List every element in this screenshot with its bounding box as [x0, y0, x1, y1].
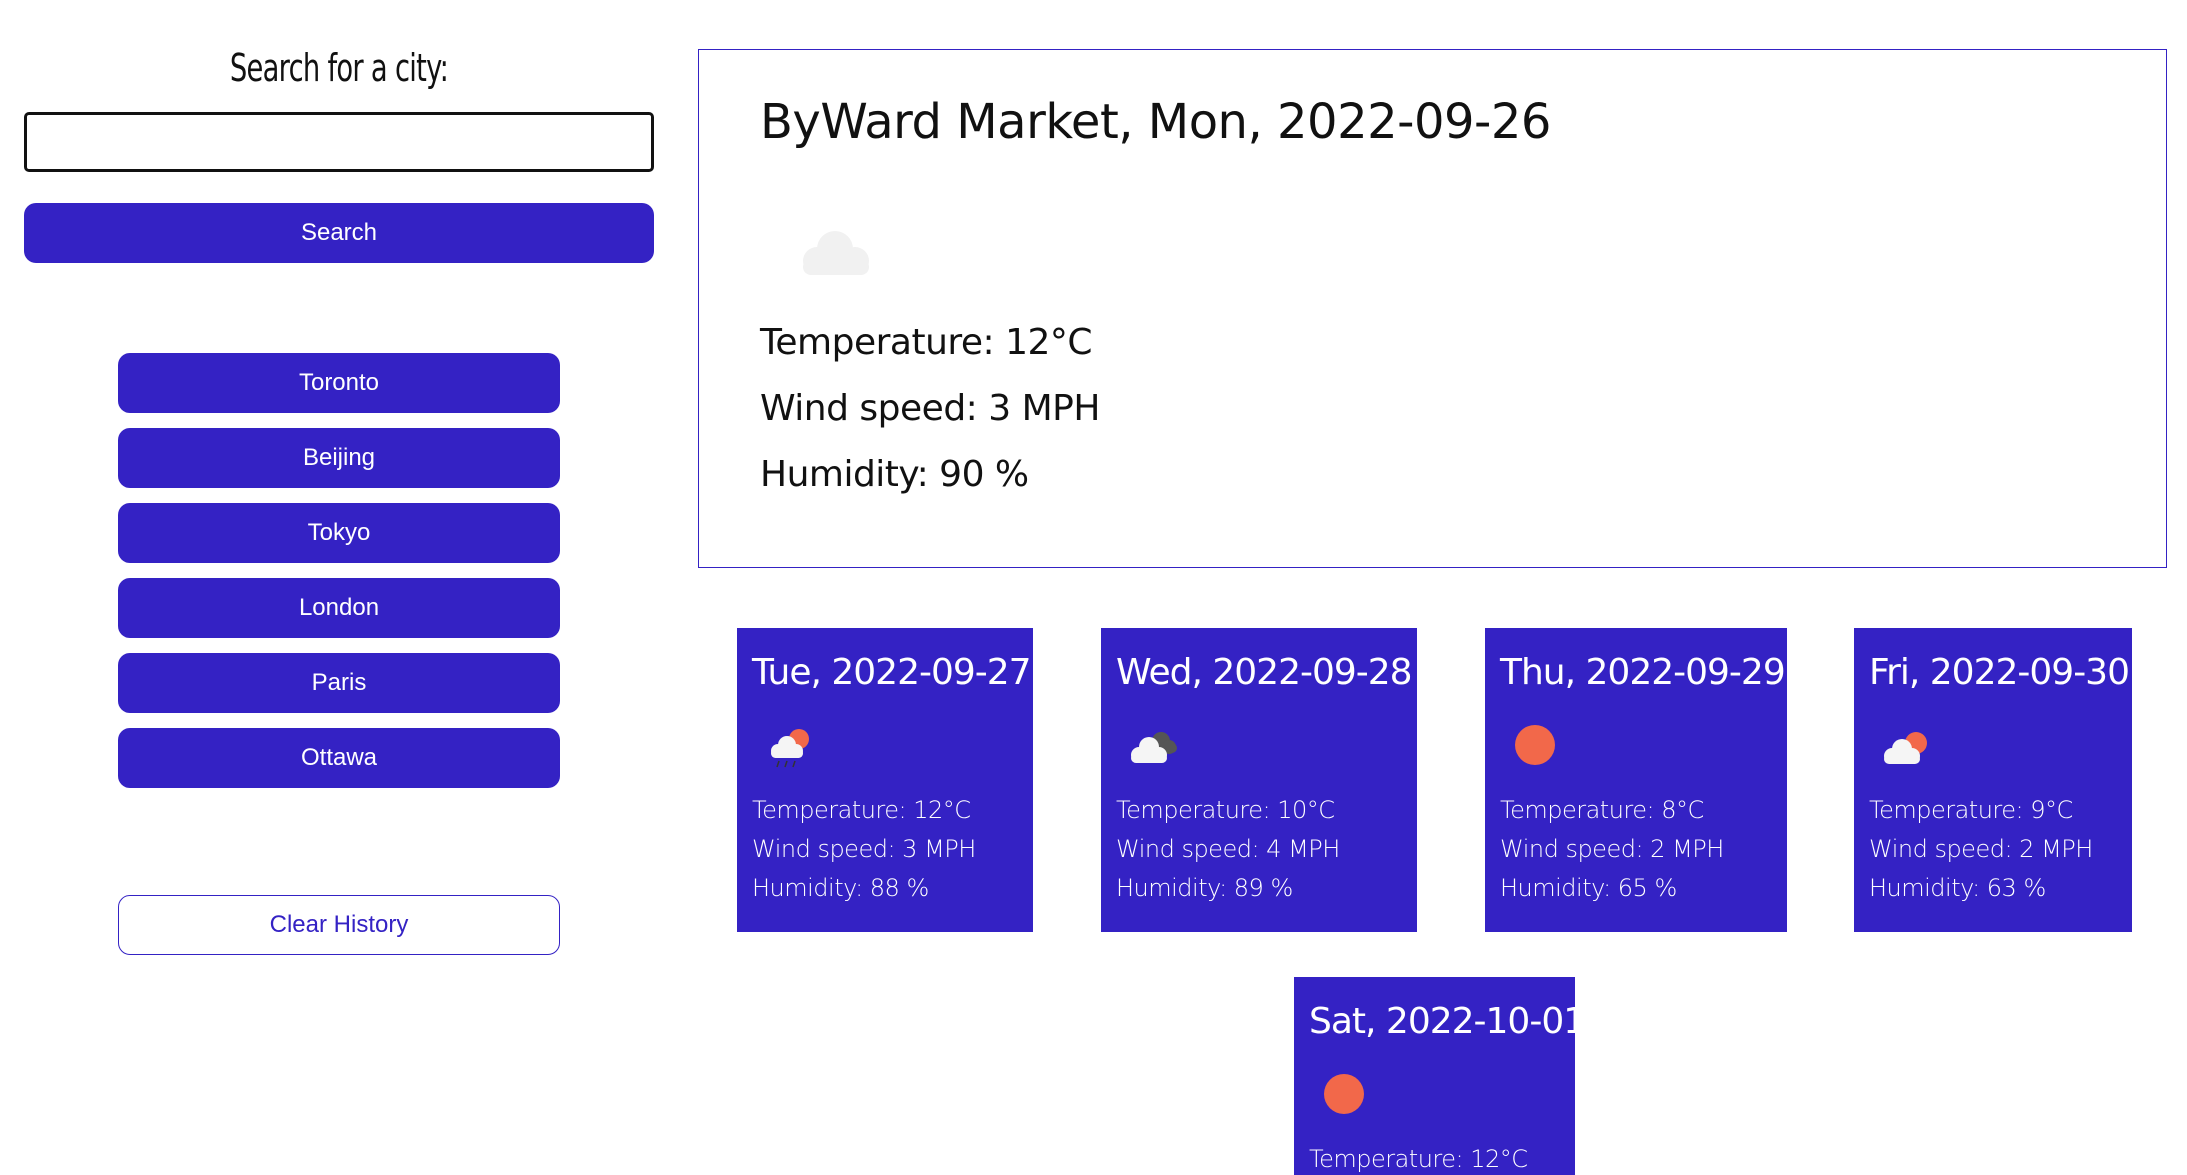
cloud-sun-icon	[1884, 732, 1927, 764]
clear-history-button[interactable]: Clear History	[118, 895, 560, 955]
forecast-humidity: Humidity: 63 %	[1869, 874, 2046, 902]
current-temperature: Temperature: 12°C	[760, 322, 1093, 363]
forecast-wind-speed: Wind speed: 2 MPH	[1500, 835, 1724, 863]
forecast-temperature: Temperature: 8°C	[1500, 796, 1704, 824]
broken-clouds-icon	[1131, 732, 1177, 763]
forecast-humidity: Humidity: 89 %	[1116, 874, 1293, 902]
forecast-temperature: Temperature: 12°C	[752, 796, 971, 824]
forecast-card: Wed, 2022-09-28 Temperature: 10°C Wind s…	[1101, 628, 1417, 932]
current-weather-panel: ByWard Market, Mon, 2022-09-26 Temperatu…	[698, 49, 2167, 568]
current-wind-speed: Wind speed: 3 MPH	[760, 388, 1100, 429]
forecast-temperature: Temperature: 9°C	[1869, 796, 2073, 824]
history-button-ottawa[interactable]: Ottawa	[118, 728, 560, 788]
forecast-card: Sat, 2022-10-01 Temperature: 12°C	[1294, 977, 1575, 1175]
forecast-humidity: Humidity: 88 %	[752, 874, 929, 902]
history-button-beijing[interactable]: Beijing	[118, 428, 560, 488]
history-button-london[interactable]: London	[118, 578, 560, 638]
forecast-date: Fri, 2022-09-30	[1869, 652, 2130, 693]
forecast-wind-speed: Wind speed: 4 MPH	[1116, 835, 1340, 863]
sun-icon	[1515, 725, 1555, 765]
forecast-temperature: Temperature: 12°C	[1309, 1145, 1528, 1173]
forecast-date: Wed, 2022-09-28	[1116, 652, 1413, 693]
forecast-wind-speed: Wind speed: 2 MPH	[1869, 835, 2093, 863]
history-button-paris[interactable]: Paris	[118, 653, 560, 713]
forecast-date: Thu, 2022-09-29	[1500, 652, 1786, 693]
forecast-date: Tue, 2022-09-27	[752, 652, 1032, 693]
forecast-card: Thu, 2022-09-29 Temperature: 8°C Wind sp…	[1485, 628, 1787, 932]
search-history-list: Toronto Beijing Tokyo London Paris Ottaw…	[118, 353, 560, 803]
forecast-date: Sat, 2022-10-01	[1309, 1001, 1575, 1042]
history-button-toronto[interactable]: Toronto	[118, 353, 560, 413]
forecast-humidity: Humidity: 65 %	[1500, 874, 1677, 902]
current-weather-title: ByWard Market, Mon, 2022-09-26	[760, 94, 1551, 150]
history-button-tokyo[interactable]: Tokyo	[118, 503, 560, 563]
forecast-card: Tue, 2022-09-27 Temperature: 12°C Wind s…	[737, 628, 1033, 932]
rain-cloud-sun-icon	[771, 729, 809, 768]
search-input[interactable]	[24, 112, 654, 172]
forecast-temperature: Temperature: 10°C	[1116, 796, 1335, 824]
current-humidity: Humidity: 90 %	[760, 454, 1029, 495]
cloud-icon	[803, 231, 869, 275]
forecast-card: Fri, 2022-09-30 Temperature: 9°C Wind sp…	[1854, 628, 2132, 932]
sun-icon	[1324, 1074, 1364, 1114]
search-title: Search for a city:	[229, 46, 449, 90]
search-button[interactable]: Search	[24, 203, 654, 263]
forecast-wind-speed: Wind speed: 3 MPH	[752, 835, 976, 863]
